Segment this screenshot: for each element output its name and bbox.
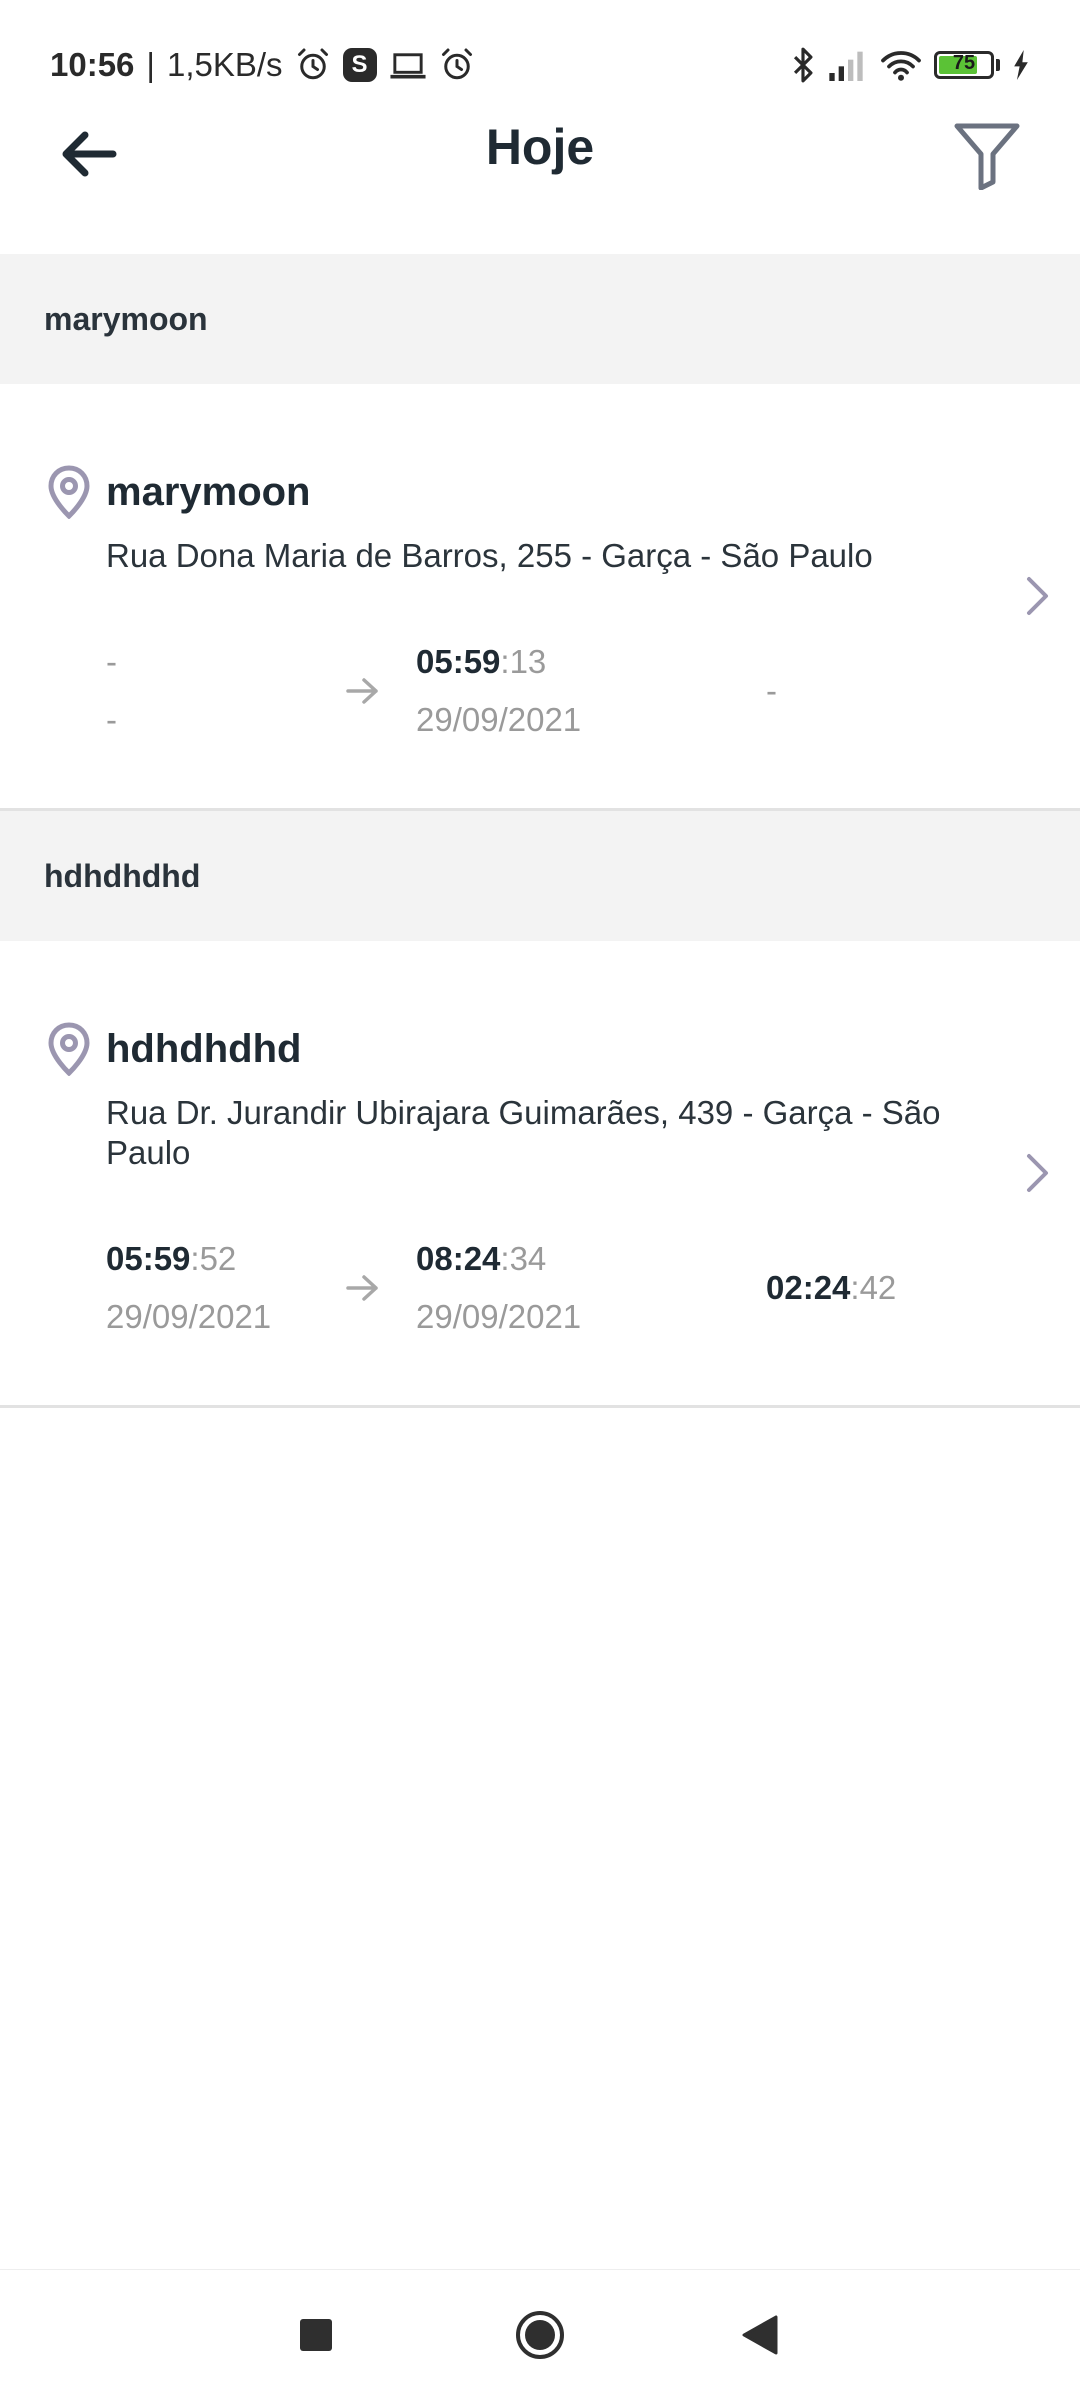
filter-icon xyxy=(954,123,1020,190)
start-time-sec: :52 xyxy=(190,1240,237,1277)
section-header-label: marymoon xyxy=(44,300,208,337)
card-title-row: hdhdhdhd xyxy=(44,1021,1020,1077)
location-pin-icon xyxy=(44,1021,94,1077)
laptop-icon xyxy=(389,47,427,83)
arrow-right-icon xyxy=(346,1273,416,1303)
start-time-hm: 05:59 xyxy=(106,1240,191,1277)
square-icon xyxy=(300,2319,332,2351)
system-nav-bar xyxy=(0,2269,1080,2400)
circle-icon xyxy=(516,2311,564,2359)
location-pin-icon xyxy=(44,464,94,520)
times-row: - - 05:59:13 29/09/2021 - xyxy=(106,640,1020,742)
home-button[interactable] xyxy=(510,2305,570,2365)
status-time: 10:56 xyxy=(50,46,135,83)
section-header-label: hdhdhdhd xyxy=(44,857,201,894)
duration-sec: :42 xyxy=(850,1269,897,1306)
charging-icon xyxy=(1012,50,1030,80)
network-speed: 1,5KB/s xyxy=(166,46,283,83)
end-time-hm: 05:59 xyxy=(416,643,501,680)
wifi-icon xyxy=(880,48,922,82)
signal-icon xyxy=(828,49,868,81)
arrow-right-icon xyxy=(346,676,416,706)
status-right: 75 xyxy=(790,46,1030,84)
record-card[interactable]: marymoon Rua Dona Maria de Barros, 255 -… xyxy=(0,384,1080,811)
nav-back-button[interactable] xyxy=(730,2305,790,2365)
alarm-icon xyxy=(295,47,331,83)
end-date: 29/09/2021 xyxy=(416,701,582,738)
app-header: Hoje xyxy=(0,90,1080,210)
filter-button[interactable] xyxy=(942,110,1032,200)
record-card[interactable]: hdhdhdhd Rua Dr. Jurandir Ubirajara Guim… xyxy=(0,941,1080,1408)
duration: 02:24:42 xyxy=(766,1269,896,1307)
end-date: 29/09/2021 xyxy=(416,1298,582,1335)
card-title: hdhdhdhd xyxy=(106,1026,302,1071)
card-address: Rua Dr. Jurandir Ubirajara Guimarães, 43… xyxy=(106,1094,941,1171)
start-date-value: - xyxy=(106,701,117,738)
status-left: 10:56 | 1,5KB/s S xyxy=(50,46,475,84)
battery-icon: 75 xyxy=(934,51,1000,79)
card-title-row: marymoon xyxy=(44,464,1020,520)
page-title: Hoje xyxy=(485,119,595,175)
record-list: marymoon marymoon Rua Dona Maria de Barr… xyxy=(0,254,1080,1408)
start-time: - - xyxy=(106,640,346,742)
end-time: 08:24:34 29/09/2021 xyxy=(416,1237,656,1339)
start-date: 29/09/2021 xyxy=(106,1298,272,1335)
recents-button[interactable] xyxy=(286,2305,346,2365)
duration: - xyxy=(766,672,777,710)
alarm-icon xyxy=(439,47,475,83)
bluetooth-icon xyxy=(790,46,816,84)
end-time: 05:59:13 29/09/2021 xyxy=(416,640,656,742)
end-time-hm: 08:24 xyxy=(416,1240,501,1277)
section-header: hdhdhdhd xyxy=(0,811,1080,941)
status-separator: | xyxy=(146,46,155,83)
duration-hm: 02:24 xyxy=(766,1269,851,1306)
end-time-sec: :34 xyxy=(500,1240,547,1277)
times-row: 05:59:52 29/09/2021 08:24:34 29/09/2021 … xyxy=(106,1237,1020,1339)
card-title: marymoon xyxy=(106,469,311,514)
chevron-right-icon xyxy=(1018,1151,1058,1195)
battery-level: 75 xyxy=(952,52,976,74)
card-address: Rua Dona Maria de Barros, 255 - Garça - … xyxy=(106,537,873,574)
skype-icon: S xyxy=(342,48,377,82)
end-time-sec: :13 xyxy=(500,643,547,680)
duration-value: - xyxy=(766,672,777,709)
start-time: 05:59:52 29/09/2021 xyxy=(106,1237,346,1339)
chevron-right-icon xyxy=(1018,574,1058,618)
start-time-value: - xyxy=(106,643,117,680)
section-header: marymoon xyxy=(0,254,1080,384)
triangle-back-icon xyxy=(742,2315,778,2355)
